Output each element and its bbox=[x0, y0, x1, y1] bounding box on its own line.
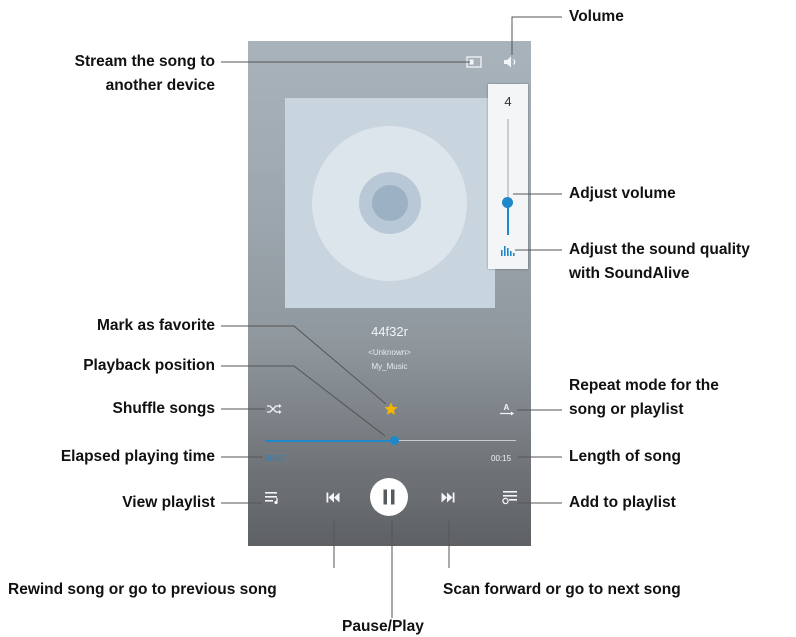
callout-add-playlist: Add to playlist bbox=[569, 494, 676, 511]
music-player-diagram: 4 44f32r <Unknown> My_Music A 00:07 00:1… bbox=[0, 0, 796, 637]
callout-forward: Scan forward or go to next song bbox=[443, 581, 681, 598]
favorite-leader bbox=[221, 325, 387, 405]
callout-soundalive-line1: Adjust the sound quality bbox=[569, 241, 750, 258]
callout-stream-line2: another device bbox=[105, 77, 215, 94]
callout-elapsed: Elapsed playing time bbox=[60, 448, 215, 465]
callout-stream-line1: Stream the song to bbox=[74, 53, 215, 70]
callout-pause-play: Pause/Play bbox=[342, 618, 424, 635]
callout-soundalive-line2: with SoundAlive bbox=[569, 265, 690, 282]
callout-repeat-line1: Repeat mode for the bbox=[569, 377, 719, 394]
callout-adjust-volume: Adjust volume bbox=[569, 185, 676, 202]
callout-view-playlist: View playlist bbox=[122, 494, 215, 511]
callout-favorite: Mark as favorite bbox=[96, 317, 215, 334]
callout-rewind: Rewind song or go to previous song bbox=[8, 581, 277, 598]
callout-repeat-line2: song or playlist bbox=[569, 401, 684, 418]
callout-playback-position: Playback position bbox=[83, 357, 215, 374]
callout-shuffle: Shuffle songs bbox=[112, 400, 215, 417]
playback-leader bbox=[221, 365, 386, 437]
volume-leader bbox=[511, 16, 562, 55]
callout-volume: Volume bbox=[569, 8, 624, 25]
callout-length: Length of song bbox=[569, 448, 681, 465]
